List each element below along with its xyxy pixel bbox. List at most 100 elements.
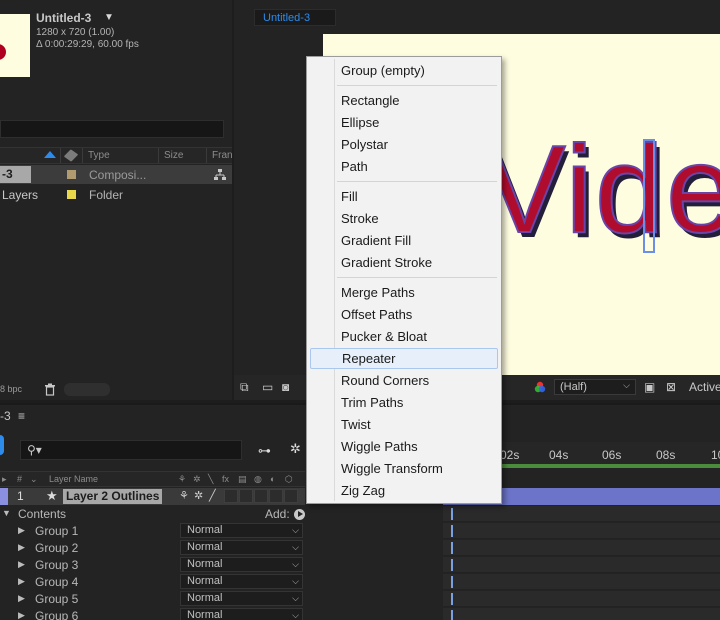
- column-layer-name[interactable]: Layer Name: [49, 474, 98, 484]
- ruler-tick-label: 04s: [549, 448, 569, 462]
- collapse-triangle-icon[interactable]: ▶: [18, 593, 25, 604]
- video-icon[interactable]: ▸: [2, 474, 7, 485]
- panel-menu-icon[interactable]: ≡: [18, 409, 25, 423]
- layer-row[interactable]: 1 ★ Layer 2 Outlines ⚘ ✲ ╱: [0, 488, 305, 505]
- 3d-layer-icon[interactable]: ⬡: [285, 474, 293, 485]
- flowchart-icon[interactable]: [214, 169, 226, 181]
- ruler-tick-label: 10: [711, 448, 720, 462]
- composition-flowchart-icon[interactable]: ⊶: [258, 443, 271, 459]
- expand-triangle-icon[interactable]: ▼: [2, 508, 11, 518]
- group-row[interactable]: ▶ Group 3 Normal ⌵: [0, 557, 305, 574]
- menu-item-zig-zag[interactable]: Zig Zag: [310, 480, 498, 501]
- menu-item-twist[interactable]: Twist: [310, 414, 498, 435]
- menu-item-ellipse[interactable]: Ellipse: [310, 112, 498, 133]
- menu-item-fill[interactable]: Fill: [310, 186, 498, 207]
- comp-dropdown-icon[interactable]: ▼: [104, 12, 114, 23]
- blend-mode-select[interactable]: Normal ⌵: [180, 608, 303, 620]
- monitor-icon[interactable]: ▭: [262, 380, 273, 394]
- region-of-interest-icon[interactable]: ▣: [644, 380, 655, 394]
- menu-item-trim-paths[interactable]: Trim Paths: [310, 392, 498, 413]
- collapse-triangle-icon[interactable]: ▶: [18, 576, 25, 587]
- blend-mode-select[interactable]: Normal ⌵: [180, 591, 303, 606]
- quality-icon[interactable]: ╲: [208, 474, 213, 485]
- layer-name[interactable]: Layer 2 Outlines: [63, 489, 163, 504]
- adjustment-layer-icon[interactable]: ◐: [270, 474, 275, 484]
- motion-blur-icon[interactable]: ◍: [254, 474, 262, 485]
- menu-item-wiggle-transform[interactable]: Wiggle Transform: [310, 458, 498, 479]
- group-name: Group 3: [35, 558, 79, 572]
- blend-mode-value: Normal: [187, 609, 223, 620]
- project-item-row[interactable]: -3 Composi...: [0, 165, 232, 184]
- motion-blur-switch[interactable]: [254, 489, 268, 503]
- trash-icon[interactable]: [44, 383, 56, 396]
- collapse-triangle-icon[interactable]: ▶: [18, 610, 25, 620]
- collapse-triangle-icon[interactable]: ▶: [18, 542, 25, 553]
- collapse-switch-icon[interactable]: ✲: [194, 489, 203, 502]
- blend-mode-select[interactable]: Normal ⌵: [180, 574, 303, 589]
- group-row[interactable]: ▶ Group 4 Normal ⌵: [0, 574, 305, 591]
- menu-item-repeater[interactable]: Repeater: [310, 348, 498, 369]
- menu-item-pucker-bloat[interactable]: Pucker & Bloat: [310, 326, 498, 347]
- menu-item-polystar[interactable]: Polystar: [310, 134, 498, 155]
- effects-switch[interactable]: [224, 489, 238, 503]
- menu-item-stroke[interactable]: Stroke: [310, 208, 498, 229]
- draft-3d-icon[interactable]: ✲: [290, 441, 301, 457]
- menu-item-path[interactable]: Path: [310, 156, 498, 177]
- comp-name[interactable]: Untitled-3: [36, 11, 91, 25]
- column-size[interactable]: Size: [164, 150, 183, 161]
- group-name: Group 1: [35, 524, 79, 538]
- group-row[interactable]: ▶ Group 2 Normal ⌵: [0, 540, 305, 557]
- blend-mode-select[interactable]: Normal ⌵: [180, 540, 303, 555]
- effects-icon[interactable]: fx: [222, 474, 229, 484]
- blend-mode-select[interactable]: Normal ⌵: [180, 557, 303, 572]
- viewer-tab[interactable]: Untitled-3: [254, 9, 336, 26]
- collapse-triangle-icon[interactable]: ▶: [18, 559, 25, 570]
- label-color-swatch[interactable]: [67, 190, 76, 199]
- project-scrollbar[interactable]: [64, 383, 110, 396]
- label-tag-icon[interactable]: [63, 149, 79, 162]
- menu-item-round-corners[interactable]: Round Corners: [310, 370, 498, 391]
- transparency-grid-icon[interactable]: ⊠: [666, 380, 676, 394]
- adjustment-switch[interactable]: [269, 489, 283, 503]
- layer-label-color[interactable]: [0, 488, 8, 505]
- bit-depth-button[interactable]: 8 bpc: [0, 384, 22, 394]
- contents-row[interactable]: ▼ Contents Add:: [0, 506, 305, 523]
- group-row[interactable]: ▶ Group 6 Normal ⌵: [0, 608, 305, 620]
- active-camera-select[interactable]: Active: [689, 380, 720, 394]
- menu-item-merge-paths[interactable]: Merge Paths: [310, 282, 498, 303]
- always-preview-icon[interactable]: ⧉: [240, 380, 249, 395]
- menu-item-gradient-fill[interactable]: Gradient Fill: [310, 230, 498, 251]
- color-channel-icon[interactable]: [534, 381, 546, 393]
- shy-icon[interactable]: ⚘: [178, 474, 186, 485]
- menu-item-wiggle-paths[interactable]: Wiggle Paths: [310, 436, 498, 457]
- frame-blend-icon[interactable]: ▤: [238, 474, 247, 485]
- add-button[interactable]: [294, 509, 305, 520]
- quality-switch-icon[interactable]: ╱: [209, 489, 216, 502]
- column-frame[interactable]: Fran: [212, 150, 233, 161]
- menu-item-offset-paths[interactable]: Offset Paths: [310, 304, 498, 325]
- menu-item-rectangle[interactable]: Rectangle: [310, 90, 498, 111]
- label-color-swatch[interactable]: [67, 170, 76, 179]
- layer-column-header: ▸ # ⌄ Layer Name ⚘ ✲ ╲ fx ▤ ◍ ◐ ⬡: [0, 471, 305, 487]
- menu-item-gradient-stroke[interactable]: Gradient Stroke: [310, 252, 498, 273]
- collapse-icon[interactable]: ✲: [193, 474, 201, 485]
- collapse-triangle-icon[interactable]: ▶: [18, 525, 25, 536]
- label-column-icon[interactable]: ⌄: [30, 474, 38, 485]
- resolution-select[interactable]: (Half) ⌵: [554, 379, 636, 395]
- blend-mode-select[interactable]: Normal ⌵: [180, 523, 303, 538]
- group-row[interactable]: ▶ Group 5 Normal ⌵: [0, 591, 305, 608]
- vr-goggles-icon[interactable]: ◙: [282, 380, 289, 394]
- shy-switch-icon[interactable]: ⚘: [179, 489, 189, 502]
- menu-item-group-empty[interactable]: Group (empty): [310, 60, 498, 81]
- timeline-search-input[interactable]: ⚲▾: [20, 440, 242, 460]
- column-number[interactable]: #: [17, 474, 22, 484]
- project-search-input[interactable]: [0, 120, 224, 138]
- current-time-indicator: [0, 435, 4, 455]
- frame-blend-switch[interactable]: [239, 489, 253, 503]
- group-row[interactable]: ▶ Group 1 Normal ⌵: [0, 523, 305, 540]
- timeline-tab[interactable]: -3: [0, 409, 11, 423]
- column-type[interactable]: Type: [88, 150, 110, 161]
- 3d-switch[interactable]: [284, 489, 298, 503]
- sort-ascending-icon[interactable]: [44, 151, 56, 158]
- project-item-row[interactable]: Layers Folder: [0, 185, 232, 204]
